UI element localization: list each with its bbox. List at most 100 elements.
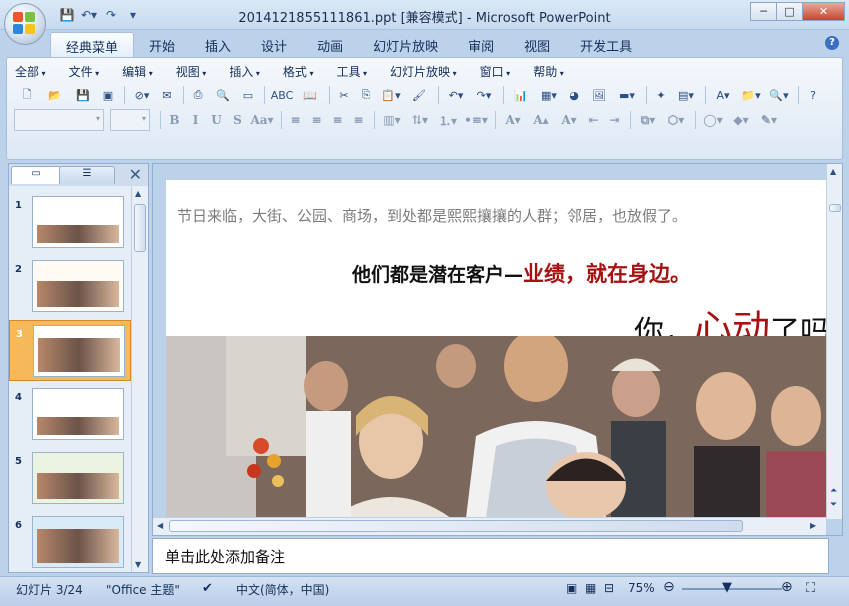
fit-to-window-icon[interactable]: ⛶ xyxy=(806,581,815,596)
font-name-combo[interactable] xyxy=(14,109,104,131)
slide-thumbnail[interactable]: 6 xyxy=(9,512,131,573)
align-center-icon[interactable]: ≡ xyxy=(307,110,326,130)
ribbon-tab[interactable]: 插入 xyxy=(190,32,246,58)
ribbon-tab[interactable]: 开发工具 xyxy=(565,32,647,58)
slide-thumbnail[interactable]: 3 xyxy=(9,320,131,381)
horizontal-scroll-thumb[interactable] xyxy=(169,520,743,532)
open-icon[interactable]: 📂 xyxy=(42,85,68,105)
thumbnail-scrollbar[interactable]: ▲ ▼ xyxy=(131,186,148,572)
zoom-level[interactable]: 75% xyxy=(628,581,655,595)
font-size-combo[interactable] xyxy=(110,109,150,131)
underline-icon[interactable]: U xyxy=(207,110,226,130)
menu-item[interactable]: 编辑 xyxy=(122,63,153,80)
menu-item[interactable]: 文件 xyxy=(69,63,100,80)
ribbon-tab[interactable]: 动画 xyxy=(302,32,358,58)
menu-item[interactable]: 窗口 xyxy=(480,63,511,80)
redo-icon[interactable]: ↷▾ xyxy=(471,85,497,105)
menu-item[interactable]: 工具 xyxy=(336,63,367,80)
slide-thumbnail[interactable]: 4 xyxy=(9,384,131,445)
shrink-font-icon[interactable]: A▾ xyxy=(556,110,582,130)
outline-tab[interactable]: ☰ xyxy=(59,166,115,184)
print-icon[interactable]: ⎙ xyxy=(188,85,208,105)
normal-view-icon[interactable]: ▣ xyxy=(566,581,577,595)
decrease-indent-icon[interactable]: ⇤ xyxy=(584,110,603,130)
picture-icon[interactable]: 🖼 xyxy=(586,85,612,105)
email-icon[interactable]: ✉ xyxy=(157,85,177,105)
scroll-down-icon[interactable]: ▼ xyxy=(135,560,141,569)
pane-close-icon[interactable]: ✕ xyxy=(129,165,142,184)
zoom-slider[interactable] xyxy=(682,588,782,590)
permission-icon[interactable]: ⊘▾ xyxy=(129,85,155,105)
save-as-pdf-icon[interactable]: ▣ xyxy=(98,85,118,105)
justify-icon[interactable]: ≡ xyxy=(349,110,368,130)
paste-icon[interactable]: 📋▾ xyxy=(378,85,404,105)
save-icon[interactable]: 💾 xyxy=(70,85,96,105)
notes-pane[interactable]: 单击此处添加备注 xyxy=(152,538,829,574)
ribbon-tab[interactable]: 设计 xyxy=(246,32,302,58)
menu-item[interactable]: 插入 xyxy=(229,63,260,80)
slide-thumbnail[interactable]: 2 xyxy=(9,256,131,317)
grow-font-icon[interactable]: A▴ xyxy=(528,110,554,130)
open-folder-icon[interactable]: 📁▾ xyxy=(738,85,764,105)
scroll-left-icon[interactable]: ◀ xyxy=(157,521,163,530)
shapes-icon[interactable]: ⬡▾ xyxy=(663,110,689,130)
previous-slide-icon[interactable]: ⏶ xyxy=(830,486,837,496)
clipart-icon[interactable]: ◕ xyxy=(564,85,584,105)
font-color-icon[interactable]: A▾ xyxy=(500,110,526,130)
research-icon[interactable]: 📖 xyxy=(297,85,323,105)
textbox-icon[interactable]: A▾ xyxy=(710,85,736,105)
undo-icon[interactable]: ↶▾ xyxy=(443,85,469,105)
menu-item[interactable]: 幻灯片放映 xyxy=(390,63,457,80)
copy-icon[interactable]: ⎘ xyxy=(356,85,376,105)
menu-item[interactable]: 帮助 xyxy=(533,63,564,80)
align-left-icon[interactable]: ≡ xyxy=(286,110,305,130)
scroll-up-icon[interactable]: ▲ xyxy=(135,189,141,198)
new-slide-icon[interactable]: ✦ xyxy=(651,85,671,105)
bullets-icon[interactable]: •≡▾ xyxy=(463,110,489,130)
italic-icon[interactable]: I xyxy=(186,110,205,130)
align-right-icon[interactable]: ≡ xyxy=(328,110,347,130)
cut-icon[interactable]: ✂ xyxy=(334,85,354,105)
slideshow-view-icon[interactable]: ⊟ xyxy=(604,581,614,595)
menu-item[interactable]: 视图 xyxy=(176,63,207,80)
zoom-slider-thumb[interactable]: ▼ xyxy=(722,580,732,595)
fill-color-icon[interactable]: ◆▾ xyxy=(728,110,754,130)
scroll-thumb[interactable] xyxy=(134,204,146,252)
help-icon[interactable]: ? xyxy=(803,85,823,105)
chart-icon[interactable]: 📊 xyxy=(508,85,534,105)
layout-icon[interactable]: ▭ xyxy=(238,85,258,105)
text-direction-icon[interactable]: ⇅▾ xyxy=(407,110,433,130)
maximize-button[interactable]: □ xyxy=(776,2,803,21)
ribbon-tab[interactable]: 视图 xyxy=(509,32,565,58)
editor-horizontal-scrollbar[interactable]: ◀ ▶ xyxy=(153,517,826,535)
quick-styles-icon[interactable]: ◯▾ xyxy=(700,110,726,130)
zoom-out-icon[interactable]: ⊖ xyxy=(663,579,675,595)
slide-thumbnail[interactable]: 5 xyxy=(9,448,131,509)
editor-scroll-thumb[interactable] xyxy=(829,204,841,212)
numbering-icon[interactable]: ⒈▾ xyxy=(435,110,461,130)
next-slide-icon[interactable]: ⏷ xyxy=(830,500,837,510)
slide-layout-icon[interactable]: ▤▾ xyxy=(673,85,699,105)
menu-item[interactable]: 格式 xyxy=(283,63,314,80)
table-icon[interactable]: ▦▾ xyxy=(536,85,562,105)
ribbon-tab[interactable]: 审阅 xyxy=(453,32,509,58)
bold-icon[interactable]: B xyxy=(165,110,184,130)
zoom-icon[interactable]: 🔍▾ xyxy=(766,85,792,105)
slide-canvas[interactable]: 节日来临，大街、公园、商场，到处都是熙熙攘攘的人群；邻居，也放假了。 他们都是潜… xyxy=(166,180,826,518)
language-indicator[interactable]: 中文(简体，中国) xyxy=(236,581,329,598)
change-case-icon[interactable]: Aa▾ xyxy=(249,110,275,130)
zoom-in-icon[interactable]: ⊕ xyxy=(781,579,793,595)
close-button[interactable]: ✕ xyxy=(802,2,845,21)
print-preview-icon[interactable]: 🔍 xyxy=(210,85,236,105)
ribbon-tab[interactable]: 开始 xyxy=(134,32,190,58)
editor-vertical-scrollbar[interactable]: ▲ ⏶ ⏷ xyxy=(826,164,842,519)
new-icon[interactable]: 🗋 xyxy=(14,85,40,105)
slide-thumbnail[interactable]: 1 xyxy=(9,192,131,253)
menu-item[interactable]: 全部 xyxy=(15,63,46,80)
editor-scroll-up-icon[interactable]: ▲ xyxy=(830,167,836,176)
slides-tab[interactable]: ▭ xyxy=(11,166,61,184)
ribbon-tab[interactable]: 经典菜单 xyxy=(50,32,135,58)
ribbon-tab[interactable]: 幻灯片放映 xyxy=(358,32,453,58)
office-button[interactable] xyxy=(4,3,46,45)
increase-indent-icon[interactable]: ⇥ xyxy=(605,110,624,130)
